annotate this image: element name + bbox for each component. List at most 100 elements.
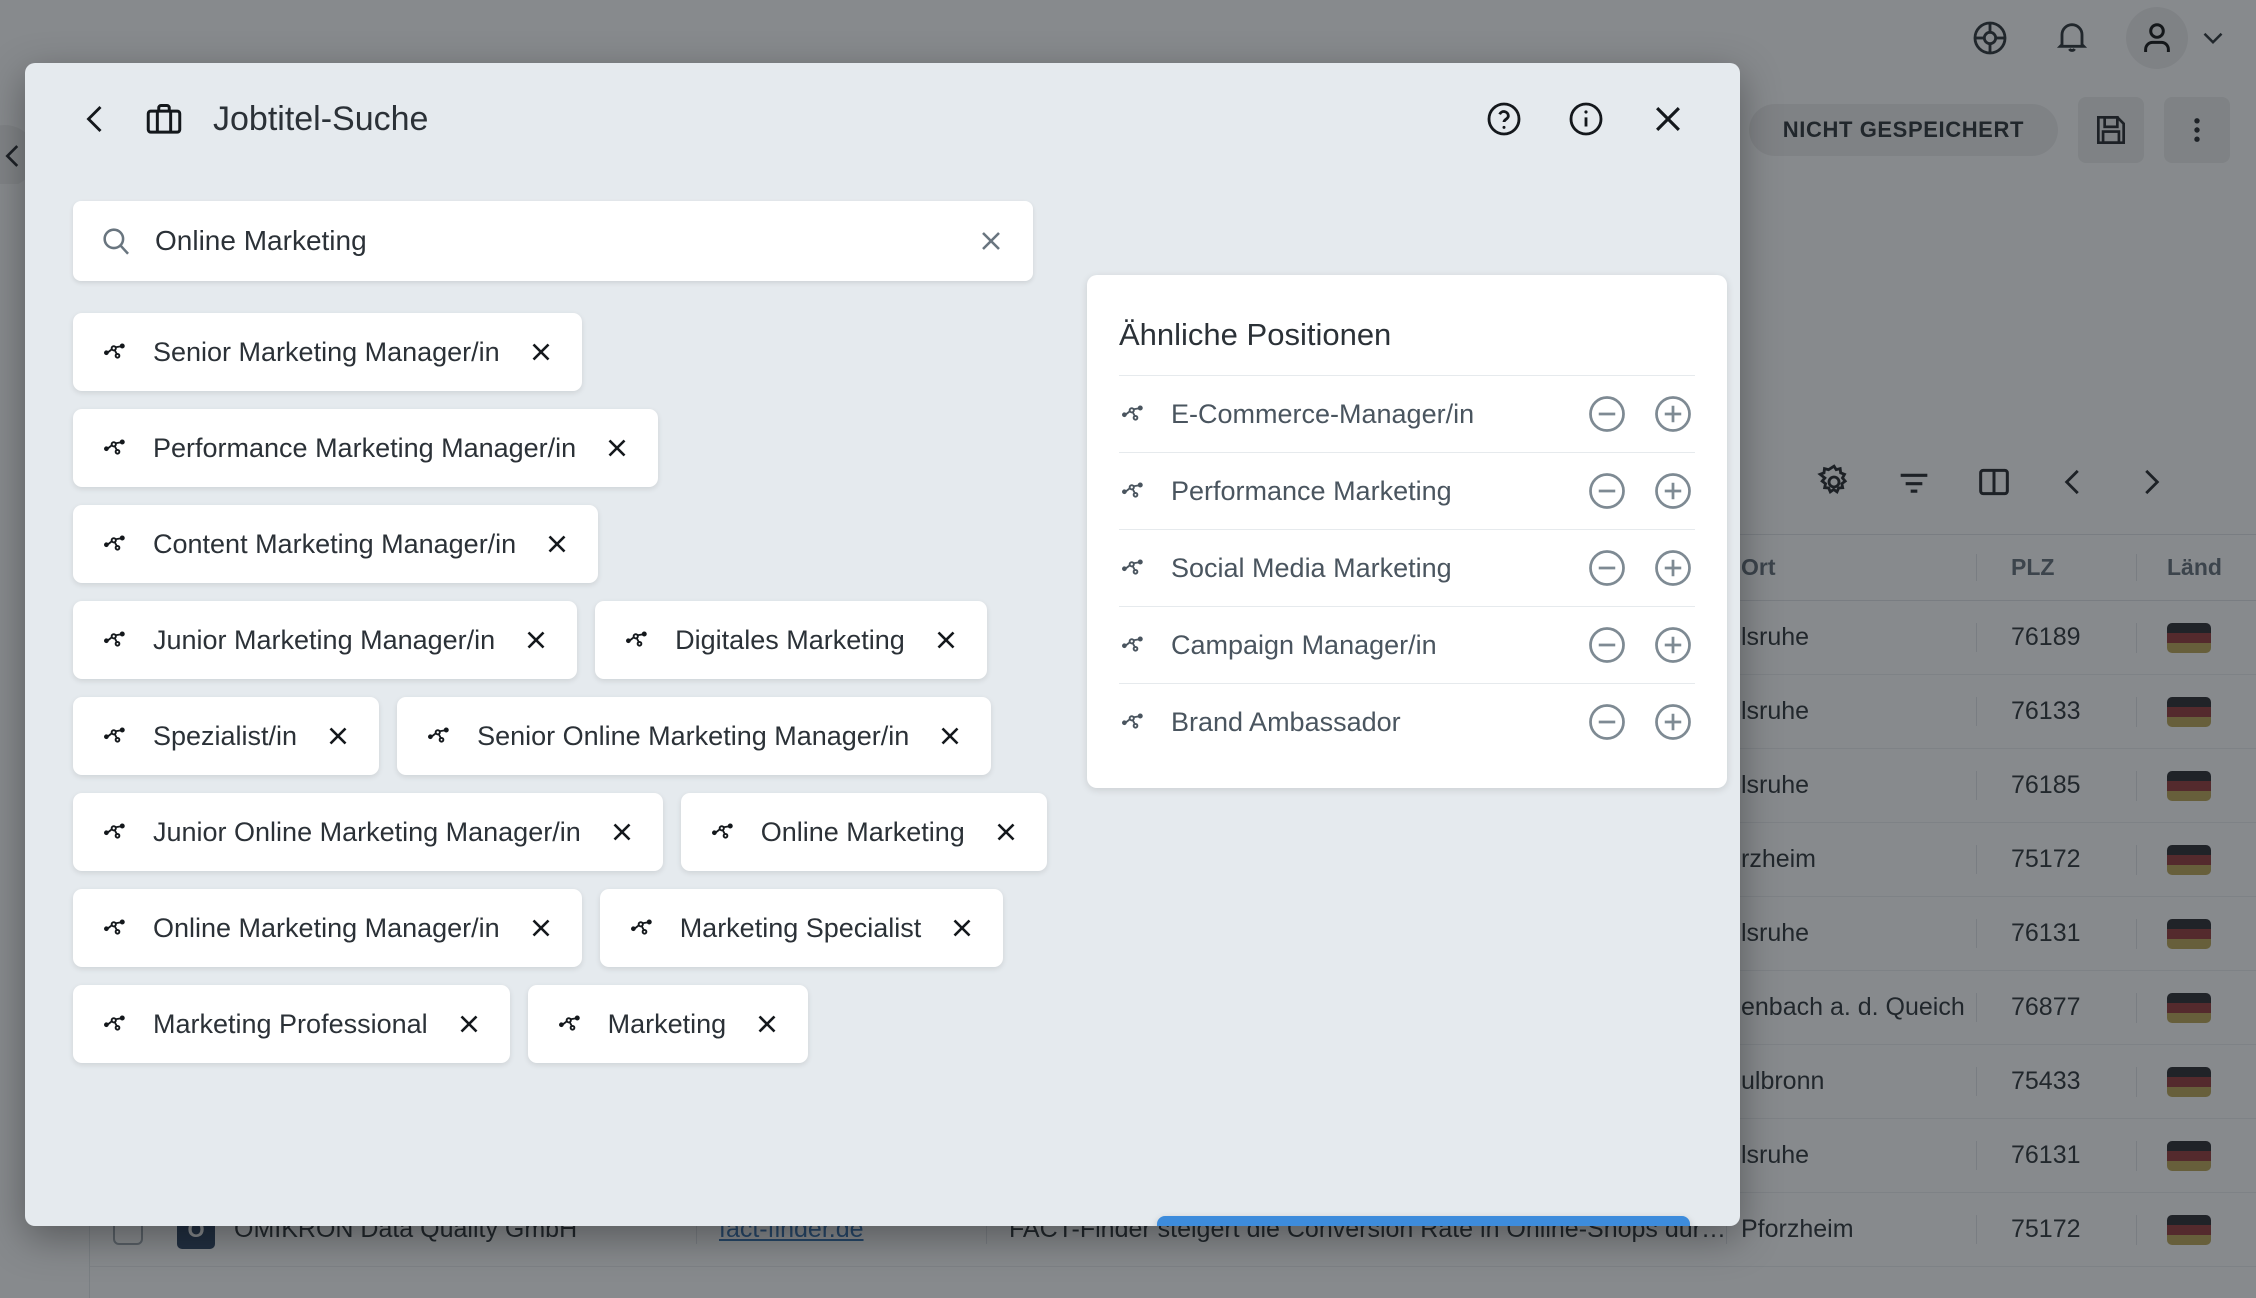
include-position-button[interactable] <box>1651 546 1695 590</box>
network-nodes-icon <box>1119 707 1149 737</box>
jobtitle-chip[interactable]: Junior Online Marketing Manager/in <box>73 793 663 871</box>
remove-chip-icon[interactable] <box>602 433 632 463</box>
exclude-position-button[interactable] <box>1585 623 1629 667</box>
include-position-button[interactable] <box>1651 469 1695 513</box>
chip-label: Performance Marketing Manager/in <box>153 433 576 464</box>
network-nodes-icon <box>1119 476 1149 506</box>
similar-position-row: Brand Ambassador <box>1119 683 1695 760</box>
remove-chip-icon[interactable] <box>991 817 1021 847</box>
jobtitle-chip[interactable]: Online Marketing Manager/in <box>73 889 582 967</box>
include-position-button[interactable] <box>1651 700 1695 744</box>
network-nodes-icon <box>425 721 455 751</box>
jobtitle-chip[interactable]: Marketing <box>528 985 809 1063</box>
chip-label: Senior Online Marketing Manager/in <box>477 721 909 752</box>
similar-position-label: Performance Marketing <box>1171 476 1585 507</box>
similar-positions-panel: Ähnliche Positionen E-Commerce-Manager/i… <box>1087 275 1727 788</box>
jobtitle-search-modal: Jobtitel-Suche <box>25 63 1740 1226</box>
chip-label: Marketing <box>608 1009 727 1040</box>
network-nodes-icon <box>101 913 131 943</box>
chip-row: Junior Online Marketing Manager/in Onlin… <box>73 793 1083 871</box>
chip-label: Online Marketing <box>761 817 965 848</box>
network-nodes-icon <box>101 529 131 559</box>
briefcase-icon <box>143 98 185 140</box>
modal-header-actions <box>1478 93 1694 145</box>
jobtitle-chip[interactable]: Junior Marketing Manager/in <box>73 601 577 679</box>
network-nodes-icon <box>623 625 653 655</box>
chip-label: Digitales Marketing <box>675 625 905 656</box>
search-field[interactable]: Online Marketing <box>73 201 1033 281</box>
chip-label: Online Marketing Manager/in <box>153 913 500 944</box>
chip-row: Junior Marketing Manager/in Digitales Ma… <box>73 601 1083 679</box>
chip-label: Senior Marketing Manager/in <box>153 337 500 368</box>
remove-chip-icon[interactable] <box>526 337 556 367</box>
exclude-position-button[interactable] <box>1585 700 1629 744</box>
chip-row: Senior Marketing Manager/in <box>73 313 1083 391</box>
remove-chip-icon[interactable] <box>607 817 637 847</box>
remove-chip-icon[interactable] <box>323 721 353 751</box>
chip-label: Junior Online Marketing Manager/in <box>153 817 581 848</box>
remove-chip-icon[interactable] <box>542 529 572 559</box>
show-contacts-button[interactable]: 1.851KONTAKTE ANZEIGEN <box>1157 1216 1690 1226</box>
similar-position-label: Brand Ambassador <box>1171 707 1585 738</box>
chip-row: Online Marketing Manager/in Marketing Sp… <box>73 889 1083 967</box>
modal-body: Online Marketing Senior Marketing Manage… <box>25 175 1740 1226</box>
remove-chip-icon[interactable] <box>935 721 965 751</box>
network-nodes-icon <box>101 817 131 847</box>
network-nodes-icon <box>101 337 131 367</box>
jobtitle-chip[interactable]: Digitales Marketing <box>595 601 987 679</box>
remove-chip-icon[interactable] <box>752 1009 782 1039</box>
jobtitle-chip[interactable]: Online Marketing <box>681 793 1047 871</box>
include-position-button[interactable] <box>1651 392 1695 436</box>
search-input[interactable]: Online Marketing <box>155 225 975 257</box>
search-icon <box>99 224 133 258</box>
remove-chip-icon[interactable] <box>454 1009 484 1039</box>
clear-search-icon[interactable] <box>975 225 1007 257</box>
question-circle-icon[interactable] <box>1478 93 1530 145</box>
similar-positions-title: Ähnliche Positionen <box>1119 301 1695 375</box>
similar-position-row: Campaign Manager/in <box>1119 606 1695 683</box>
remove-chip-icon[interactable] <box>521 625 551 655</box>
chip-row: Spezialist/in Senior Online Marketing Ma… <box>73 697 1083 775</box>
chip-row: Performance Marketing Manager/in <box>73 409 1083 487</box>
info-circle-icon[interactable] <box>1560 93 1612 145</box>
network-nodes-icon <box>556 1009 586 1039</box>
chip-label: Content Marketing Manager/in <box>153 529 516 560</box>
jobtitle-chip[interactable]: Spezialist/in <box>73 697 379 775</box>
network-nodes-icon <box>1119 553 1149 583</box>
exclude-position-button[interactable] <box>1585 546 1629 590</box>
remove-chip-icon[interactable] <box>526 913 556 943</box>
chip-label: Junior Marketing Manager/in <box>153 625 495 656</box>
back-button[interactable] <box>73 96 119 142</box>
chip-label: Marketing Specialist <box>680 913 922 944</box>
similar-position-row: Social Media Marketing <box>1119 529 1695 606</box>
exclude-position-button[interactable] <box>1585 392 1629 436</box>
selected-jobtitles: Senior Marketing Manager/in Performance … <box>73 313 1083 1081</box>
page-title: Jobtitel-Suche <box>213 100 428 139</box>
network-nodes-icon <box>1119 399 1149 429</box>
chip-row: Marketing Professional Marketing <box>73 985 1083 1063</box>
similar-position-row: E-Commerce-Manager/in <box>1119 375 1695 452</box>
jobtitle-chip[interactable]: Senior Online Marketing Manager/in <box>397 697 991 775</box>
jobtitle-chip[interactable]: Marketing Professional <box>73 985 510 1063</box>
remove-chip-icon[interactable] <box>947 913 977 943</box>
network-nodes-icon <box>101 433 131 463</box>
network-nodes-icon <box>628 913 658 943</box>
jobtitle-chip[interactable]: Senior Marketing Manager/in <box>73 313 582 391</box>
network-nodes-icon <box>101 1009 131 1039</box>
modal-header: Jobtitel-Suche <box>25 63 1740 175</box>
remove-chip-icon[interactable] <box>931 625 961 655</box>
exclude-position-button[interactable] <box>1585 469 1629 513</box>
similar-position-label: Campaign Manager/in <box>1171 630 1585 661</box>
jobtitle-chip[interactable]: Content Marketing Manager/in <box>73 505 598 583</box>
similar-position-label: E-Commerce-Manager/in <box>1171 399 1585 430</box>
network-nodes-icon <box>101 625 131 655</box>
chip-label: Spezialist/in <box>153 721 297 752</box>
close-icon[interactable] <box>1642 93 1694 145</box>
network-nodes-icon <box>101 721 131 751</box>
network-nodes-icon <box>709 817 739 847</box>
jobtitle-chip[interactable]: Marketing Specialist <box>600 889 1004 967</box>
jobtitle-chip[interactable]: Performance Marketing Manager/in <box>73 409 658 487</box>
include-position-button[interactable] <box>1651 623 1695 667</box>
similar-position-row: Performance Marketing <box>1119 452 1695 529</box>
chip-label: Marketing Professional <box>153 1009 428 1040</box>
